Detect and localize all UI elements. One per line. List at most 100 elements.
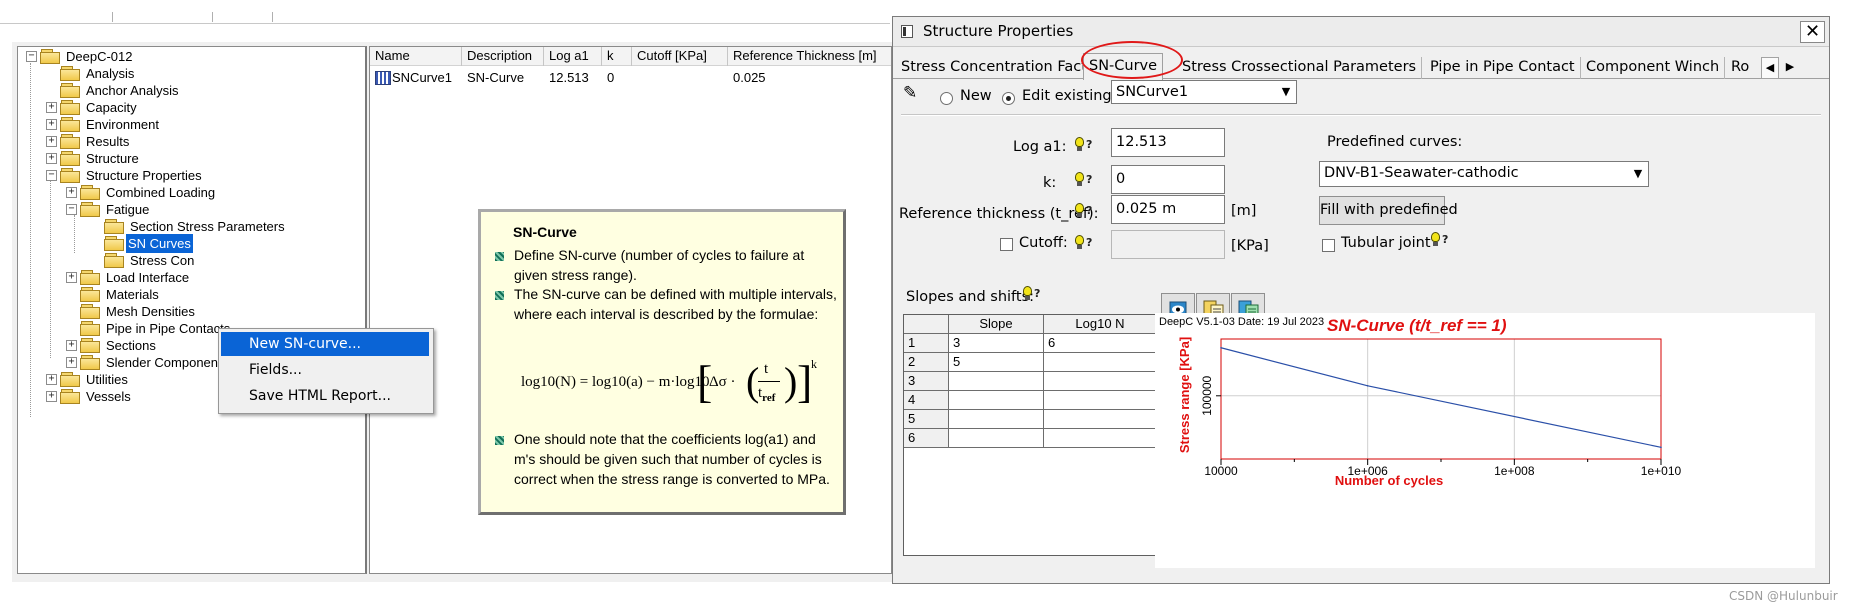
tree-guide	[30, 63, 31, 417]
grid-cell-log10n[interactable]	[1044, 391, 1156, 410]
cell-cutoff	[632, 69, 637, 86]
expand-icon[interactable]: +	[46, 391, 57, 402]
k-input[interactable]: 0	[1111, 165, 1225, 194]
folder-icon	[60, 134, 80, 149]
predefined-curves-select[interactable]: DNV-B1-Seawater-cathodic ▼	[1319, 161, 1649, 187]
grid-row-number: 6	[904, 429, 949, 448]
sn-curve-chart: DeepC V5.1-03 Date: 19 Jul 2023 SN-Curve…	[1155, 313, 1815, 568]
tab-ro[interactable]: Ro	[1726, 57, 1754, 79]
tree-label: Vessels	[86, 389, 131, 404]
formula-left: log10(N) = log10(a) − m·log10	[521, 374, 710, 390]
existing-curve-select[interactable]: SNCurve1 ▼	[1111, 80, 1297, 104]
cutoff-checkbox[interactable]	[1000, 238, 1013, 251]
edit-existing-radio[interactable]	[1002, 92, 1015, 105]
strip-separator	[212, 12, 213, 22]
tab-component-winch[interactable]: Component Winch	[1581, 57, 1726, 79]
tubular-joint-checkbox[interactable]	[1322, 239, 1335, 252]
help-bulb-icon[interactable]: ?	[1023, 286, 1043, 304]
column-header-log-a1[interactable]: Log a1	[544, 47, 602, 66]
help-bulb-icon[interactable]: ?	[1075, 172, 1095, 190]
ref-thickness-input[interactable]: 0.025 m	[1111, 195, 1225, 224]
folder-icon	[80, 304, 100, 319]
grid-cell-slope[interactable]	[949, 391, 1044, 410]
new-radio[interactable]	[940, 92, 953, 105]
grid-cell-slope[interactable]	[949, 372, 1044, 391]
expand-icon[interactable]: +	[46, 136, 57, 147]
collapse-icon[interactable]: −	[26, 51, 37, 62]
list-row-name[interactable]: SNCurve1	[370, 69, 452, 86]
column-header-k[interactable]: k	[602, 47, 632, 66]
tree-guide	[74, 215, 75, 253]
column-header-ref-thickness[interactable]: Reference Thickness [m]	[728, 47, 891, 66]
folder-icon	[60, 372, 80, 387]
column-header-description[interactable]: Description	[462, 47, 544, 66]
cutoff-input[interactable]	[1111, 230, 1225, 259]
x-tick-label: 1e+008	[1494, 464, 1535, 478]
tab-stress-concentration-factor[interactable]: Stress Concentration Factor	[896, 57, 1108, 79]
column-header-cutoff[interactable]: Cutoff [KPa]	[632, 47, 728, 66]
expand-icon[interactable]: +	[46, 153, 57, 164]
folder-icon	[80, 202, 100, 217]
grid-cell-slope[interactable]: 5	[949, 353, 1044, 372]
collapse-icon[interactable]: −	[66, 204, 77, 215]
formula-k: k	[811, 357, 817, 371]
folder-icon	[60, 83, 80, 98]
grid-cell-slope[interactable]	[949, 429, 1044, 448]
chevron-down-icon: ▼	[1629, 163, 1647, 185]
slopes-grid[interactable]: Slope Log10 N 1 3 6 2 5 3 4 5 6	[903, 314, 1157, 556]
close-button[interactable]: ✕	[1800, 21, 1825, 43]
separator	[901, 114, 1821, 116]
menu-item-save-html-report[interactable]: Save HTML Report...	[221, 384, 429, 408]
fill-with-predefined-button[interactable]: Fill with predefined	[1319, 196, 1458, 225]
watermark: CSDN @Hulunbuir	[1729, 589, 1838, 603]
log-a1-input[interactable]: 12.513	[1111, 128, 1225, 157]
expand-icon[interactable]: +	[66, 357, 77, 368]
formula-tref: tref	[758, 385, 776, 404]
log-a1-label: Log a1:	[1013, 139, 1067, 155]
expand-icon[interactable]: +	[46, 119, 57, 130]
grid-cell-log10n[interactable]	[1044, 372, 1156, 391]
tab-pipe-in-pipe-contact[interactable]: Pipe in Pipe Contact	[1425, 57, 1581, 79]
grid-row-number: 3	[904, 372, 949, 391]
tab-stress-crossectional-parameters[interactable]: Stress Crossectional Parameters	[1177, 57, 1423, 79]
grid-cell-log10n[interactable]	[1044, 410, 1156, 429]
help-tooltip: SN-Curve Define SN-curve (number of cycl…	[478, 209, 846, 515]
expand-icon[interactable]: +	[46, 374, 57, 385]
folder-icon	[60, 168, 80, 183]
expand-icon[interactable]: +	[66, 340, 77, 351]
help-bulb-icon[interactable]: ?	[1075, 203, 1095, 221]
folder-icon	[80, 270, 100, 285]
expand-icon[interactable]: +	[46, 102, 57, 113]
context-menu: New SN-curve... Fields... Save HTML Repo…	[218, 328, 434, 414]
bullet-icon	[495, 291, 504, 300]
expand-icon[interactable]: +	[66, 187, 77, 198]
cell-log-a1: 12.513	[549, 70, 589, 85]
tab-scroll-left-icon[interactable]: ◀	[1761, 57, 1779, 79]
sn-curve-line	[1220, 347, 1662, 448]
grid-cell-slope[interactable]: 3	[949, 334, 1044, 353]
expand-icon[interactable]: +	[66, 272, 77, 283]
column-header-name[interactable]: Name	[370, 47, 462, 66]
grid-header-slope: Slope	[949, 315, 1044, 334]
help-bulb-icon[interactable]: ?	[1431, 232, 1451, 250]
formula: log10(N) = log10(a) − m·log10 [ Δσ · ( t…	[521, 357, 831, 417]
cutoff-label: Cutoff:	[1019, 235, 1068, 251]
tooltip-title: SN-Curve	[513, 224, 577, 240]
sn-curve-point	[1660, 446, 1662, 449]
grid-row-number: 4	[904, 391, 949, 410]
formula-t: t	[764, 361, 769, 377]
bullet-icon	[495, 436, 504, 445]
tab-scroll-right-icon[interactable]: ▶	[1781, 57, 1799, 79]
menu-item-fields[interactable]: Fields...	[221, 358, 429, 382]
highlight-circle	[1081, 41, 1183, 79]
help-bulb-icon[interactable]: ?	[1075, 235, 1095, 253]
grid-cell-log10n[interactable]	[1044, 353, 1156, 372]
menu-item-new-sn-curve[interactable]: New SN-curve...	[221, 332, 429, 356]
help-bulb-icon[interactable]: ?	[1075, 137, 1095, 155]
grid-cell-log10n[interactable]: 6	[1044, 334, 1156, 353]
grid-cell-slope[interactable]	[949, 410, 1044, 429]
chart-header-text: DeepC V5.1-03 Date: 19 Jul 2023	[1159, 316, 1324, 328]
grid-cell-log10n[interactable]	[1044, 429, 1156, 448]
collapse-icon[interactable]: −	[46, 170, 57, 181]
edit-existing-label: Edit existing	[1022, 88, 1112, 104]
